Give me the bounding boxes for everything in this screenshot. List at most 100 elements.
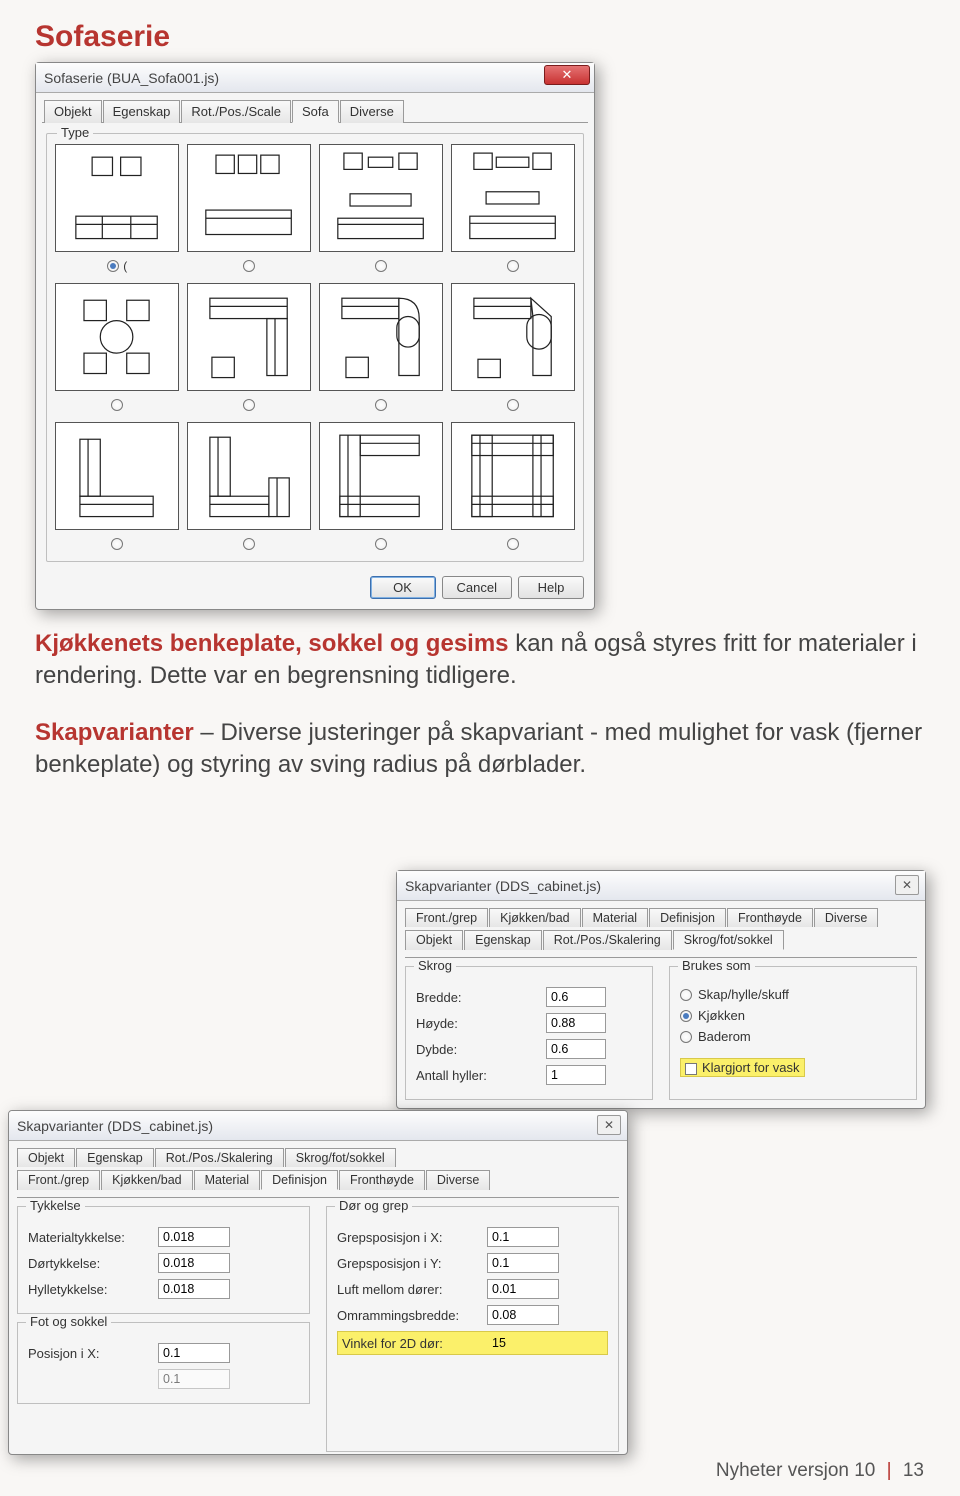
skap-dialog-1: Skapvarianter (DDS_cabinet.js) ✕ Front./… — [396, 870, 926, 1109]
input-dybde[interactable] — [546, 1039, 606, 1059]
radio-skap[interactable] — [680, 989, 692, 1001]
close-icon: ✕ — [604, 1118, 614, 1132]
input-vinkel[interactable] — [488, 1333, 560, 1353]
tab-rotposscale[interactable]: Rot./Pos./Scale — [181, 100, 291, 123]
help-button[interactable]: Help — [518, 576, 584, 599]
label-mat: Materialtykkelse: — [28, 1230, 158, 1245]
window-title: Skapvarianter (DDS_cabinet.js) — [17, 1118, 213, 1134]
sofa-option-7[interactable] — [319, 283, 443, 391]
radio-kjokken[interactable] — [680, 1010, 692, 1022]
tab-front[interactable]: Front./grep — [405, 908, 488, 927]
sofa-option-1[interactable] — [55, 144, 179, 252]
sofa-option-2[interactable] — [187, 144, 311, 252]
tab-objekt[interactable]: Objekt — [44, 100, 102, 123]
sofa-option-9[interactable] — [55, 422, 179, 530]
highlighted-vinkel: Vinkel for 2D dør: — [337, 1331, 608, 1355]
tab-definisjon[interactable]: Definisjon — [649, 908, 726, 927]
label-dor: Dørtykkelse: — [28, 1256, 158, 1271]
tab-front[interactable]: Front./grep — [17, 1170, 100, 1190]
tab-rotpos[interactable]: Rot./Pos./Skalering — [155, 1148, 284, 1167]
input-luft[interactable] — [487, 1279, 559, 1299]
input-gy[interactable] — [487, 1253, 559, 1273]
input-posxb[interactable] — [158, 1369, 230, 1389]
radio-6[interactable] — [243, 399, 255, 411]
radio-8[interactable] — [507, 399, 519, 411]
sofa-option-11[interactable] — [319, 422, 443, 530]
footer-text: Nyheter versjon 10 — [716, 1460, 875, 1481]
checkbox-label: Klargjort for vask — [702, 1060, 800, 1075]
input-gx[interactable] — [487, 1227, 559, 1247]
sofa-option-8[interactable] — [451, 283, 575, 391]
input-mat[interactable] — [158, 1227, 230, 1247]
label-gy: Grepsposisjon i Y: — [337, 1256, 487, 1271]
group-brukes: Brukes som Skap/hylle/skuff Kjøkken Bade… — [669, 966, 917, 1100]
group-skrog: Skrog Bredde: Høyde: Dybde: Antall hylle… — [405, 966, 653, 1100]
tab-rotpos[interactable]: Rot./Pos./Skalering — [543, 930, 672, 950]
radio-11[interactable] — [375, 538, 387, 550]
radio-3[interactable] — [375, 260, 387, 272]
tab-skrog[interactable]: Skrog/fot/sokkel — [673, 930, 784, 950]
input-posx[interactable] — [158, 1343, 230, 1363]
sofa-option-3[interactable] — [319, 144, 443, 252]
close-button[interactable]: ✕ — [597, 1115, 621, 1135]
radio-12[interactable] — [507, 538, 519, 550]
tab-kjokkenbad[interactable]: Kjøkken/bad — [101, 1170, 192, 1190]
sofa-option-5[interactable] — [55, 283, 179, 391]
group-type: Type ( — [46, 133, 584, 562]
titlebar-skap2[interactable]: Skapvarianter (DDS_cabinet.js) ✕ — [9, 1111, 627, 1141]
tab-egenskap[interactable]: Egenskap — [103, 100, 181, 123]
tab-skrog[interactable]: Skrog/fot/sokkel — [285, 1148, 396, 1167]
titlebar[interactable]: Sofaserie (BUA_Sofa001.js) ✕ — [36, 63, 594, 93]
radio-label-kjokken: Kjøkken — [698, 1008, 745, 1023]
radio-10[interactable] — [243, 538, 255, 550]
close-button[interactable]: ✕ — [544, 65, 590, 85]
input-dor[interactable] — [158, 1253, 230, 1273]
tab-material[interactable]: Material — [582, 908, 648, 927]
close-button[interactable]: ✕ — [895, 875, 919, 895]
tab-definisjon[interactable]: Definisjon — [261, 1170, 338, 1190]
tab-diverse[interactable]: Diverse — [340, 100, 404, 123]
sofa-option-12[interactable] — [451, 422, 575, 530]
tab-objekt[interactable]: Objekt — [405, 930, 463, 950]
tab-kjokkenbad[interactable]: Kjøkken/bad — [489, 908, 580, 927]
group-legend: Dør og grep — [335, 1198, 412, 1213]
label-antall: Antall hyller: — [416, 1068, 546, 1083]
group-legend: Brukes som — [678, 958, 755, 973]
radio-7[interactable] — [375, 399, 387, 411]
tab-objekt[interactable]: Objekt — [17, 1148, 75, 1167]
sofa-option-10[interactable] — [187, 422, 311, 530]
tab-egenskap[interactable]: Egenskap — [464, 930, 542, 950]
tab-sofa[interactable]: Sofa — [292, 100, 339, 123]
radio-1[interactable] — [107, 260, 119, 272]
input-hoyde[interactable] — [546, 1013, 606, 1033]
input-bredde[interactable] — [546, 987, 606, 1007]
tab-egenskap[interactable]: Egenskap — [76, 1148, 154, 1167]
input-hylle[interactable] — [158, 1279, 230, 1299]
tab-diverse2[interactable]: Diverse — [814, 908, 878, 927]
sofaserie-dialog: Sofaserie (BUA_Sofa001.js) ✕ Objekt Egen… — [35, 62, 595, 610]
highlighted-checkbox[interactable]: Klargjort for vask — [680, 1058, 805, 1077]
input-antall[interactable] — [546, 1065, 606, 1085]
radio-2[interactable] — [243, 260, 255, 272]
tab-fronthoyde[interactable]: Fronthøyde — [339, 1170, 425, 1190]
cancel-button[interactable]: Cancel — [442, 576, 512, 599]
tab-diverse[interactable]: Diverse — [426, 1170, 490, 1190]
radio-baderom[interactable] — [680, 1031, 692, 1043]
input-om[interactable] — [487, 1305, 559, 1325]
titlebar-skap1[interactable]: Skapvarianter (DDS_cabinet.js) ✕ — [397, 871, 925, 901]
group-fotsokkel: Fot og sokkel Posisjon i X: — [17, 1322, 310, 1404]
label-om: Omrammingsbredde: — [337, 1308, 487, 1323]
radio-5[interactable] — [111, 399, 123, 411]
tab-material[interactable]: Material — [194, 1170, 260, 1190]
radio-4[interactable] — [507, 260, 519, 272]
label-posx: Posisjon i X: — [28, 1346, 158, 1361]
page-footer: Nyheter versjon 10 | 13 — [716, 1460, 924, 1482]
radio-9[interactable] — [111, 538, 123, 550]
group-legend: Type — [57, 125, 93, 140]
sofa-option-4[interactable] — [451, 144, 575, 252]
label-posxb — [28, 1372, 158, 1387]
ok-button[interactable]: OK — [370, 576, 436, 599]
sofa-option-6[interactable] — [187, 283, 311, 391]
tab-fronthoyde[interactable]: Fronthøyde — [727, 908, 813, 927]
close-icon: ✕ — [902, 878, 912, 892]
